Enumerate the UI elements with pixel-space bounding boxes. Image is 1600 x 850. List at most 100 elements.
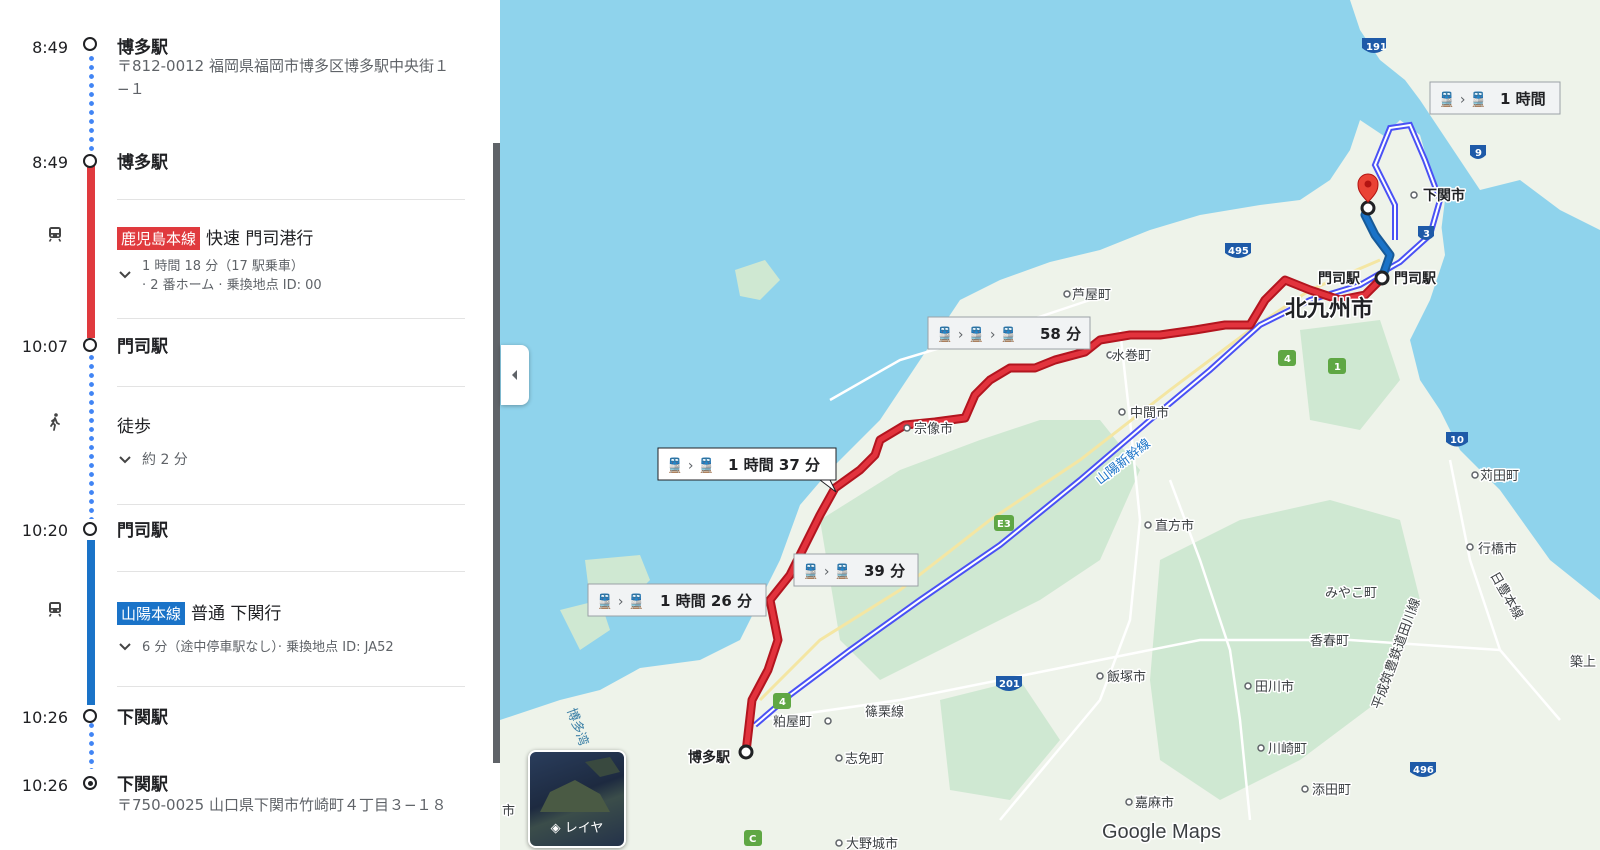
destination-address: 〒750-0025 山口県下関市竹崎町４丁目３−１８	[117, 796, 447, 814]
svg-text:1 時間 26 分: 1 時間 26 分	[660, 592, 752, 610]
svg-text:1: 1	[1334, 362, 1341, 373]
arrive1-name[interactable]: 門司駅	[117, 332, 168, 357]
scrollbar[interactable]	[493, 143, 500, 763]
svg-text:4: 4	[1284, 354, 1291, 365]
origin-address: 〒812-0012 福岡県福岡市博多区博多駅中央街１−１	[117, 57, 449, 98]
route-callout[interactable]: 🚆 › 🚆 39 分	[793, 553, 919, 587]
svg-text:🚆 › 🚆: 🚆 › 🚆	[802, 563, 851, 580]
label-kanda: 苅田町	[1480, 469, 1519, 484]
label-tagawa: 田川市	[1255, 679, 1294, 695]
label-chikujo: 築上	[1570, 655, 1596, 670]
label-nakama: 中間市	[1130, 405, 1169, 421]
label-kawara: 香春町	[1310, 634, 1349, 649]
arrive1-stop-marker	[83, 338, 97, 352]
divider	[117, 318, 465, 319]
board2-time: 10:20	[21, 521, 68, 540]
directions-panel: 8:49 博多駅 〒812-0012 福岡県福岡市博多区博多駅中央街１−１ 8:…	[0, 0, 492, 850]
board2-name[interactable]: 門司駅	[117, 516, 168, 541]
collapse-panel-button[interactable]	[501, 345, 529, 405]
svg-text:39 分: 39 分	[864, 562, 905, 580]
label-onojo: 大野城市	[846, 836, 898, 850]
divider	[117, 386, 465, 387]
svg-text:E3: E3	[997, 519, 1011, 530]
highway-shield: 191	[1362, 38, 1387, 53]
label-moji-right: 門司駅	[1394, 271, 1437, 287]
divider	[117, 686, 465, 687]
svg-text:201: 201	[999, 679, 1020, 690]
leg2-route: 山陽本線 普通 下関行	[117, 599, 281, 625]
svg-text:1 時間: 1 時間	[1500, 90, 1546, 108]
train-icon	[48, 602, 62, 617]
label-soeda: 添田町	[1312, 783, 1351, 798]
divider	[117, 199, 465, 200]
leg2-service: 普通 下関行	[191, 604, 282, 624]
label-miyako: みやこ町	[1325, 586, 1377, 601]
chevron-down-icon[interactable]	[116, 451, 134, 469]
route-callout[interactable]: 🚆 › 🚆 › 🚆 58 分	[927, 316, 1091, 350]
divider	[117, 504, 465, 505]
layers-icon: ◈	[550, 821, 565, 836]
route-callout[interactable]: 🚆 › 🚆 1 時間	[1429, 81, 1561, 115]
board1-name[interactable]: 博多駅	[117, 148, 168, 173]
expressway-shield: E3	[994, 515, 1014, 531]
moji-stop[interactable]	[1374, 270, 1390, 286]
walk-icon	[50, 413, 60, 431]
svg-text:🚆 › 🚆: 🚆 › 🚆	[1438, 91, 1487, 108]
hakata-stop[interactable]	[738, 744, 754, 760]
highway-shield: 9	[1470, 145, 1486, 159]
highway-shield: 201	[996, 676, 1022, 691]
svg-text:10: 10	[1450, 435, 1464, 446]
route-line-kagoshima	[87, 166, 95, 338]
shimonoseki-stop[interactable]	[1360, 200, 1376, 216]
svg-text:1 時間 37 分: 1 時間 37 分	[728, 456, 820, 474]
satellite-thumbnail	[540, 757, 620, 812]
label-kawasaki: 川崎町	[1268, 742, 1307, 757]
layers-label: ◈ レイヤ	[550, 821, 604, 836]
chevron-down-icon[interactable]	[116, 266, 134, 284]
highway-shield: 3	[1418, 226, 1434, 240]
board1-time: 8:49	[32, 153, 68, 172]
svg-text:495: 495	[1228, 246, 1249, 257]
arrive2-time: 10:26	[21, 708, 68, 727]
chevron-down-icon[interactable]	[116, 638, 134, 656]
label-munakata: 宗像市	[914, 421, 953, 437]
label-mizumaki: 水巻町	[1112, 349, 1151, 364]
label-ashiya: 芦屋町	[1072, 288, 1111, 303]
board1-stop-marker	[83, 154, 97, 168]
destination-name[interactable]: 下関駅	[117, 770, 168, 795]
arrive2-stop-marker	[83, 709, 97, 723]
walk-dots-start	[89, 54, 94, 152]
expressway-shield: 1	[1328, 358, 1346, 374]
expressway-shield: 4	[1278, 350, 1296, 366]
leg1-service: 快速 門司港行	[206, 229, 314, 249]
line-badge-sanyo: 山陽本線	[117, 602, 186, 625]
svg-text:🚆 › 🚆 › 🚆: 🚆 › 🚆 › 🚆	[936, 326, 1017, 343]
leg1-duration[interactable]: 1 時間 18 分（17 駅乗車）	[142, 257, 304, 276]
svg-text:58 分: 58 分	[1040, 325, 1081, 343]
label-hakata: 博多駅	[688, 749, 731, 766]
leg1-route: 鹿児島本線 快速 門司港行	[117, 224, 313, 250]
arrive2-name[interactable]: 下関駅	[117, 703, 168, 728]
leg1-platform: · 2 番ホーム · 乗換地点 ID: 00	[142, 278, 322, 293]
route-line-sanyo	[87, 540, 95, 705]
map[interactable]: .lbl{font-family:"DejaVu Sans","Liberati…	[500, 0, 1600, 850]
walk-dots-transfer	[89, 353, 94, 519]
map-canvas[interactable]: .lbl{font-family:"DejaVu Sans","Liberati…	[500, 0, 1600, 850]
svg-text:496: 496	[1413, 765, 1434, 776]
route-callout[interactable]: 🚆 › 🚆 1 時間 26 分	[587, 583, 767, 617]
walk-duration[interactable]: 約 2 分	[142, 451, 188, 470]
label-yukuhashi: 行橋市	[1478, 541, 1517, 557]
label-sasaguri: 篠栗線	[865, 704, 904, 720]
label-shi: 市	[502, 803, 515, 819]
svg-text:🚆 › 🚆: 🚆 › 🚆	[596, 593, 645, 610]
board2-stop-marker	[83, 522, 97, 536]
layers-button[interactable]: ◈ レイヤ	[528, 750, 626, 848]
label-kama: 嘉麻市	[1135, 795, 1174, 811]
expressway-shield: C	[744, 830, 762, 846]
svg-text:4: 4	[779, 697, 786, 708]
highway-shield: 495	[1225, 243, 1251, 258]
label-nogata: 直方市	[1155, 518, 1194, 534]
leg2-detail[interactable]: 6 分（途中停車駅なし）· 乗換地点 ID: JA52	[142, 638, 394, 657]
arrive1-time: 10:07	[21, 337, 68, 356]
label-kitakyushu: 北九州市	[1285, 296, 1373, 322]
